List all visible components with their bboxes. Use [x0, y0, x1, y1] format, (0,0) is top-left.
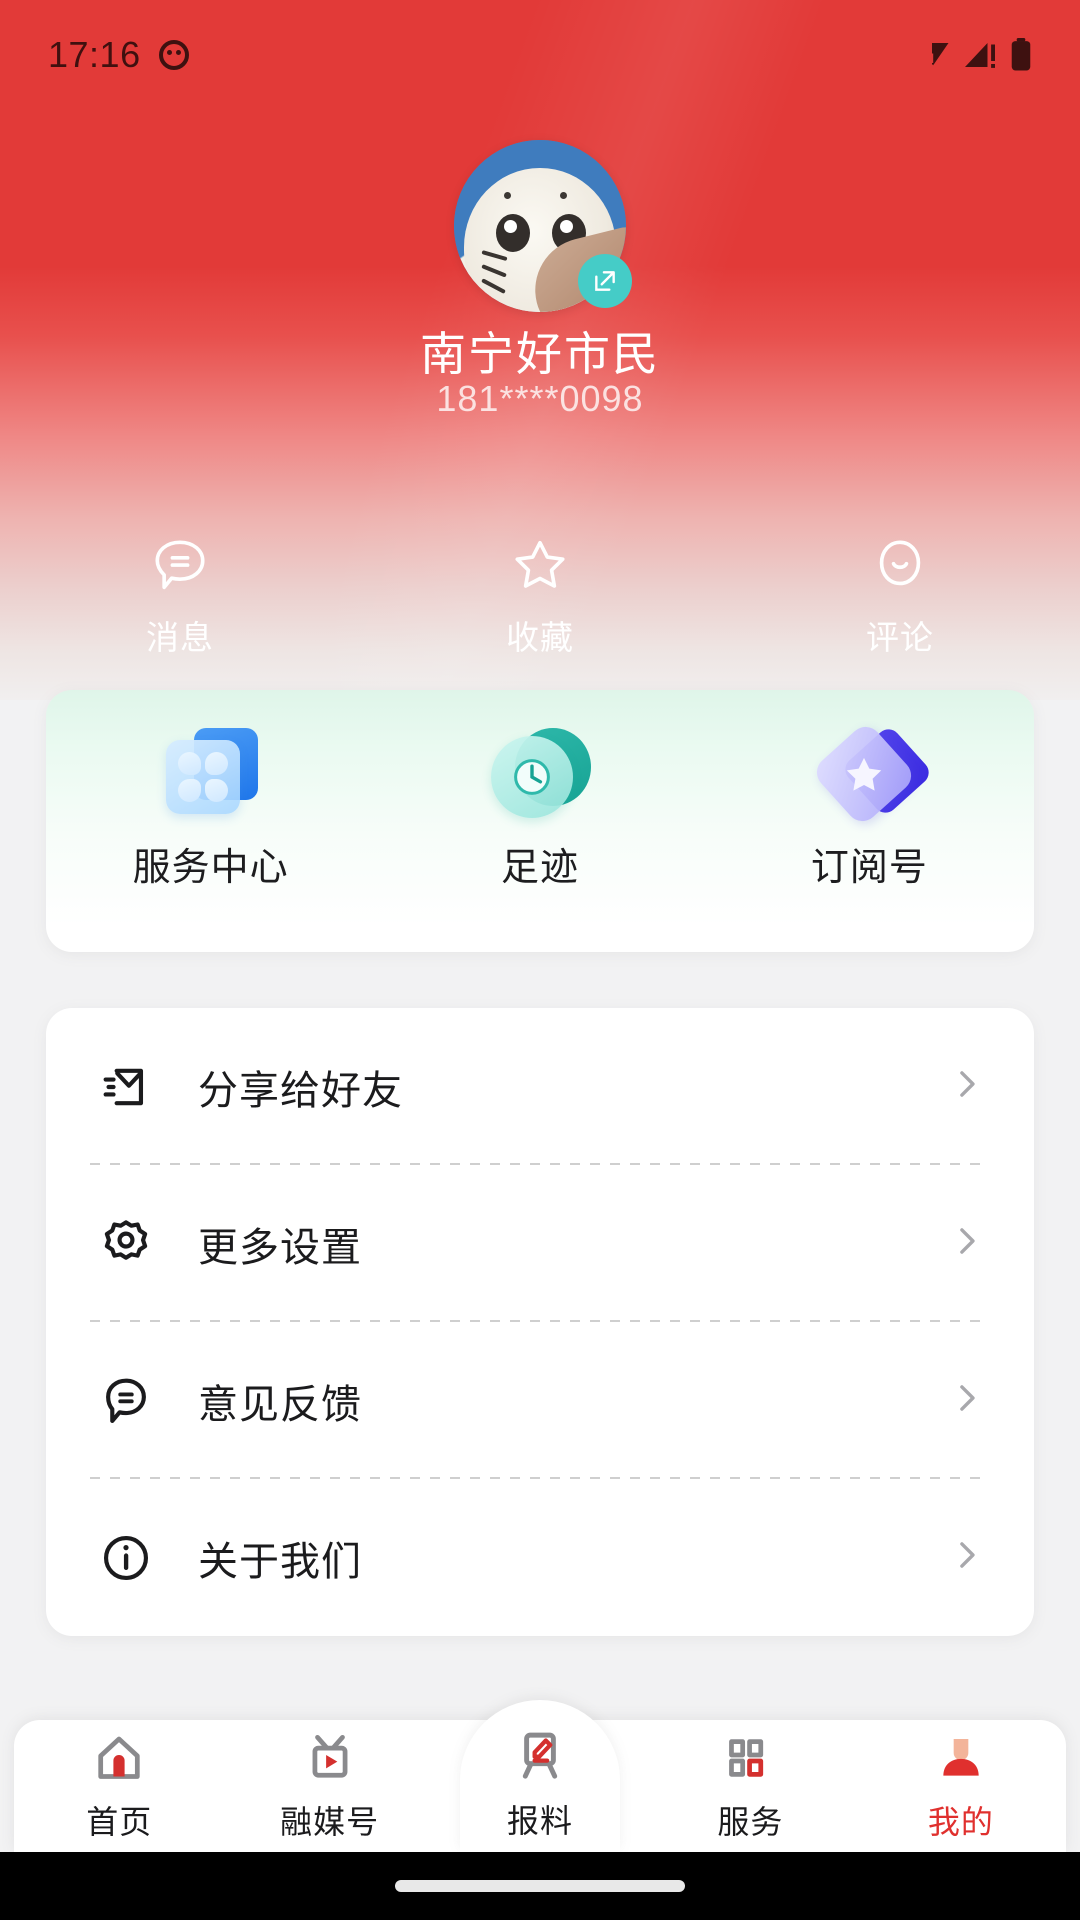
menu-item-label: 更多设置 — [198, 1225, 362, 1270]
message-bubble-icon — [155, 540, 205, 590]
system-navigation-bar — [0, 1852, 1080, 1920]
easel-pen-icon — [511, 1728, 569, 1786]
service-grid-icon — [156, 722, 266, 822]
status-bar-left: 17:16 — [48, 34, 189, 76]
status-bar-right — [914, 38, 1032, 72]
status-bar: 17:16 — [0, 0, 1080, 110]
avatar-container[interactable] — [454, 140, 632, 312]
chevron-right-icon — [950, 1381, 984, 1420]
battery-full-icon — [1011, 38, 1031, 71]
chevron-right-icon — [950, 1224, 984, 1263]
menu-item-more-settings[interactable]: 更多设置 — [90, 1165, 990, 1322]
comment-smile-icon — [879, 540, 921, 586]
quick-action-messages[interactable]: 消息 — [0, 535, 360, 659]
feedback-bubble-icon — [90, 1374, 162, 1428]
tab-mine[interactable]: 我的 — [856, 1720, 1066, 1852]
tv-play-icon — [302, 1729, 358, 1787]
edit-avatar-button[interactable] — [578, 254, 632, 308]
chevron-right-icon — [950, 1538, 984, 1577]
tab-report[interactable]: 报料 — [435, 1720, 645, 1852]
menu-item-label: 分享给好友 — [198, 1068, 403, 1113]
star-glyph-icon — [847, 757, 882, 791]
service-shortcut-label: 服务中心 — [132, 847, 289, 889]
avatar-eye-left — [496, 214, 530, 252]
tab-service[interactable]: 服务 — [645, 1720, 855, 1852]
service-shortcut-label: 订阅号 — [810, 847, 928, 889]
menu-item-label: 意见反馈 — [198, 1382, 362, 1427]
footprints-shortcut[interactable]: 足迹 — [375, 722, 704, 891]
quick-action-comments[interactable]: 评论 — [720, 535, 1080, 659]
tab-label: 报料 — [507, 1803, 574, 1839]
info-circle-icon — [90, 1531, 162, 1585]
status-bar-clock: 17:16 — [48, 34, 141, 75]
tab-label: 融媒号 — [280, 1804, 380, 1840]
star-badge-icon — [810, 720, 934, 828]
home-icon — [91, 1729, 147, 1787]
service-shortcut-label: 足迹 — [500, 847, 579, 889]
menu-item-label: 关于我们 — [198, 1539, 362, 1584]
avatar-brow-right — [560, 192, 567, 199]
service-shortcut-card: 服务中心 足迹 订阅号 — [46, 690, 1034, 952]
menu-item-about-us[interactable]: 关于我们 — [90, 1479, 990, 1636]
service-center-shortcut[interactable]: 服务中心 — [46, 722, 375, 891]
quick-actions-row: 消息 收藏 评论 — [0, 535, 1080, 659]
tab-label: 首页 — [86, 1804, 153, 1840]
tab-label: 我的 — [927, 1804, 994, 1840]
cat-face-icon — [158, 40, 189, 70]
grid-icon — [722, 1729, 778, 1787]
user-phone: 181****0098 — [436, 378, 644, 419]
cellular-signal-icon — [965, 43, 995, 68]
clock-history-icon — [485, 722, 595, 822]
tab-list: 首页 融媒号 报料 服务 我的 — [14, 1720, 1066, 1852]
tab-home[interactable]: 首页 — [14, 1720, 224, 1852]
clock-face-icon — [514, 759, 550, 795]
quick-action-label: 消息 — [146, 619, 214, 656]
subscriptions-shortcut[interactable]: 订阅号 — [705, 720, 1034, 891]
star-icon — [515, 540, 565, 588]
user-name: 南宁好市民 — [420, 328, 660, 380]
quick-action-label: 评论 — [866, 619, 934, 656]
settings-menu-card: 分享给好友 更多设置 意见反馈 关于我们 — [46, 1008, 1034, 1636]
menu-item-share-to-friends[interactable]: 分享给好友 — [90, 1008, 990, 1165]
menu-item-feedback[interactable]: 意见反馈 — [90, 1322, 990, 1479]
tab-media[interactable]: 融媒号 — [224, 1720, 434, 1852]
quick-action-favorites[interactable]: 收藏 — [360, 535, 720, 659]
edit-pencil-icon — [595, 271, 615, 291]
avatar-brow-left — [504, 192, 511, 199]
tab-label: 服务 — [717, 1804, 784, 1840]
quick-action-label: 收藏 — [506, 619, 574, 656]
person-icon — [933, 1729, 989, 1787]
gear-icon — [90, 1217, 162, 1271]
chevron-right-icon — [950, 1067, 984, 1106]
share-envelope-icon — [90, 1060, 162, 1114]
home-gesture-indicator[interactable] — [395, 1880, 685, 1892]
wifi-icon — [929, 43, 949, 69]
profile-screen: 17:16 南宁好市民 181****0098 消息 收藏 评论 服务中心 足迹… — [0, 0, 1080, 1920]
bottom-tab-bar: 首页 融媒号 报料 服务 我的 — [0, 1700, 1080, 1852]
